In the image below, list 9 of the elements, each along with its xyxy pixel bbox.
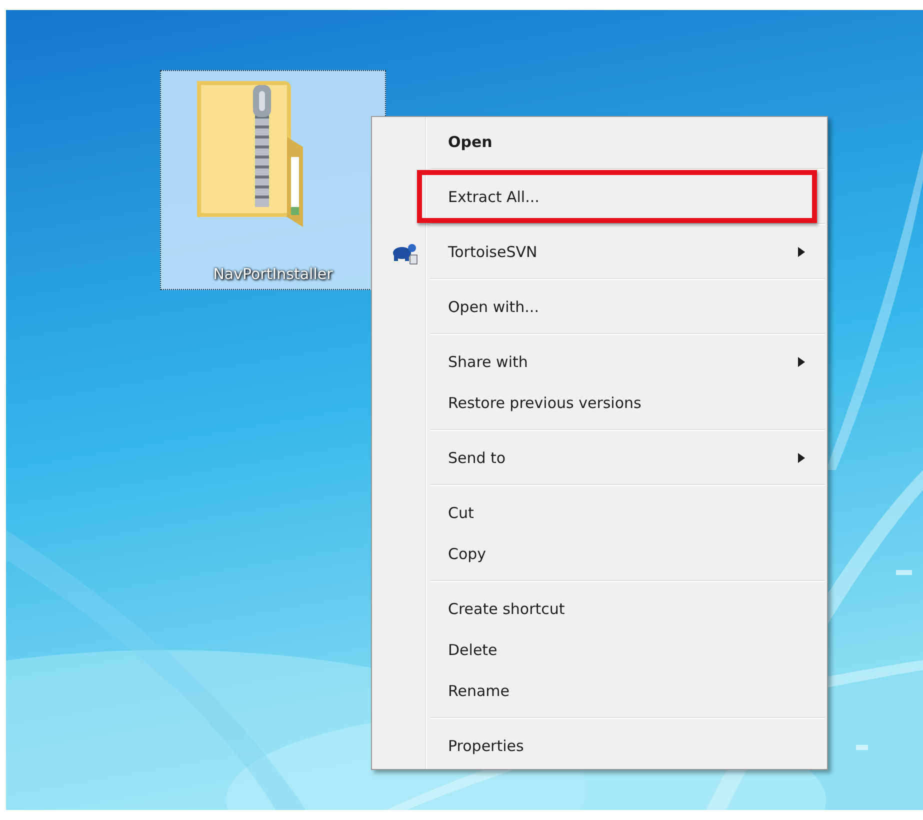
menu-item[interactable]: Restore previous versions bbox=[374, 382, 825, 423]
menu-item[interactable]: Delete bbox=[374, 629, 825, 670]
menu-item[interactable]: Create shortcut bbox=[374, 588, 825, 629]
menu-item[interactable]: Rename bbox=[374, 670, 825, 711]
menu-item[interactable]: Share with bbox=[374, 341, 825, 382]
menu-item[interactable]: Copy bbox=[374, 533, 825, 574]
menu-item[interactable]: Send to bbox=[374, 437, 825, 478]
icon-label: NavPortInstaller bbox=[213, 265, 333, 283]
menu-item[interactable]: Cut bbox=[374, 492, 825, 533]
